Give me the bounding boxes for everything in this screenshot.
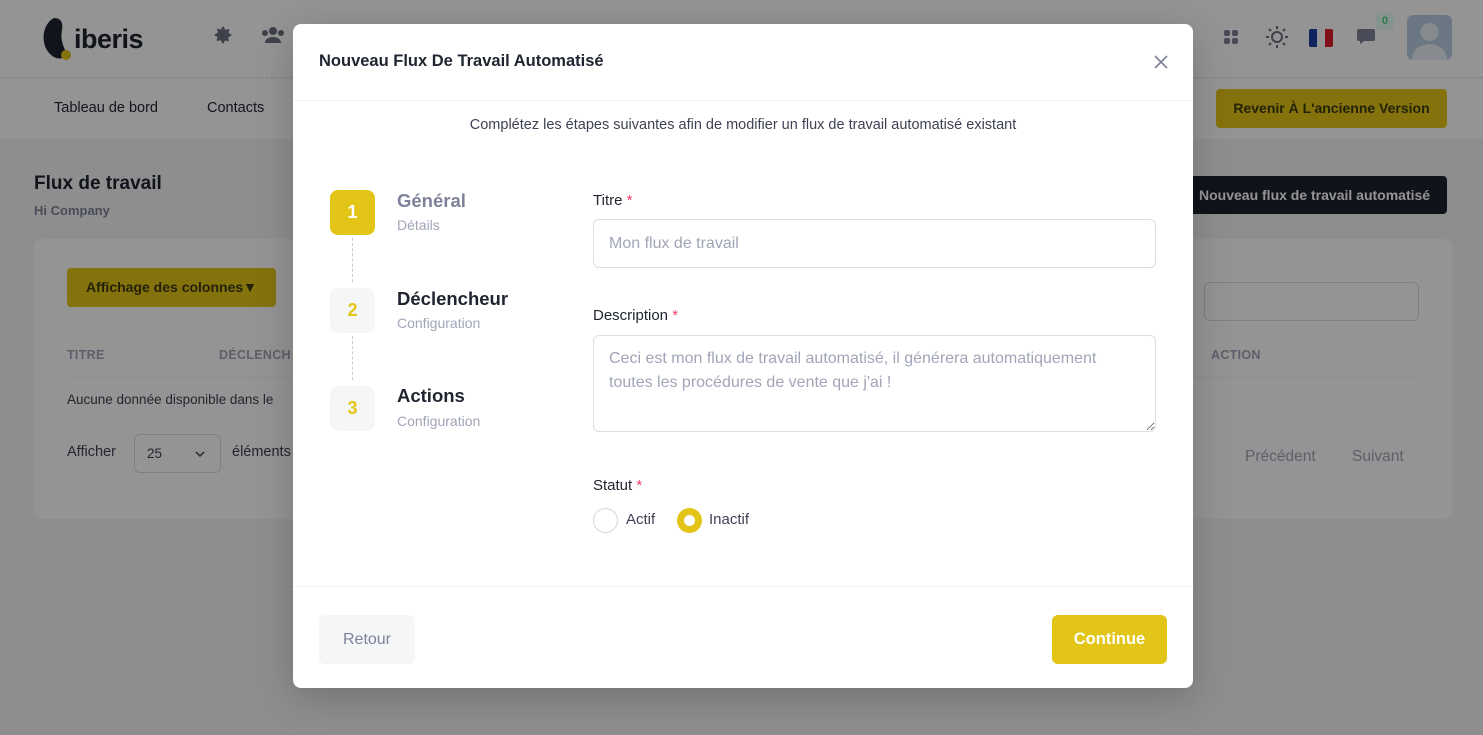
back-button[interactable]: Retour (319, 615, 415, 664)
modal-intro: Complétez les étapes suivantes afin de m… (469, 117, 1017, 133)
description-label-text: Description (593, 307, 669, 324)
step-number-1[interactable]: 1 (330, 190, 375, 235)
description-textarea[interactable] (593, 335, 1156, 432)
title-label: Titre * (593, 192, 632, 209)
step-connector (352, 238, 353, 282)
step-desc-actions: Configuration (397, 413, 481, 429)
modal-header: Nouveau Flux De Travail Automatisé (293, 24, 1193, 101)
step-number-3[interactable]: 3 (330, 386, 375, 431)
new-workflow-modal: Nouveau Flux De Travail Automatisé Compl… (293, 24, 1193, 688)
step-desc-general: Détails (397, 217, 440, 233)
step-title-trigger: Déclencheur (397, 288, 509, 309)
status-active-label[interactable]: Actif (626, 511, 655, 528)
required-mark: * (626, 192, 633, 209)
required-mark: * (636, 477, 643, 494)
title-input[interactable] (593, 219, 1156, 268)
continue-button[interactable]: Continue (1052, 615, 1167, 664)
required-mark: * (672, 307, 679, 324)
step-desc-trigger: Configuration (397, 315, 481, 331)
status-inactive-label[interactable]: Inactif (709, 511, 749, 528)
status-label-text: Statut (593, 477, 633, 494)
modal-title: Nouveau Flux De Travail Automatisé (319, 52, 604, 70)
status-label: Statut * (593, 477, 642, 494)
status-inactive-radio[interactable] (677, 508, 702, 533)
modal-footer: Retour Continue (293, 586, 1193, 688)
close-icon[interactable] (1151, 52, 1171, 72)
step-title-actions: Actions (397, 385, 465, 406)
step-number-2[interactable]: 2 (330, 288, 375, 333)
description-label: Description * (593, 307, 678, 324)
status-active-radio[interactable] (593, 508, 618, 533)
step-title-general: Général (397, 190, 466, 211)
step-connector (352, 336, 353, 380)
title-label-text: Titre (593, 192, 623, 209)
